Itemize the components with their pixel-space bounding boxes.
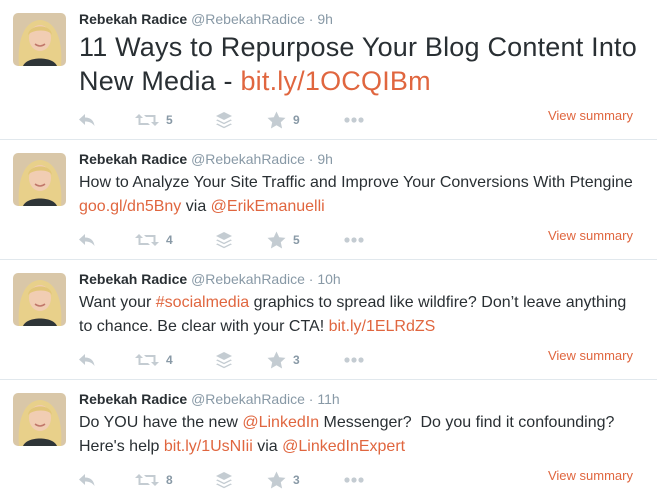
- buffer-button[interactable]: [215, 470, 233, 490]
- separator-dot: ·: [308, 151, 314, 167]
- tweet-text: How to Analyze Your Site Traffic and Imp…: [79, 171, 643, 219]
- separator-dot: ·: [308, 271, 314, 287]
- favorite-icon: [267, 471, 286, 489]
- view-summary-link[interactable]: View summary: [548, 468, 633, 483]
- tweet-text: 11 Ways to Repurpose Your Blog Content I…: [79, 30, 643, 98]
- tweet[interactable]: Rebekah Radice @RebekahRadice · 11h Do Y…: [0, 380, 657, 501]
- mention-link[interactable]: @LinkedIn: [242, 414, 319, 431]
- avatar[interactable]: [13, 393, 66, 446]
- retweet-button[interactable]: 4: [135, 350, 173, 370]
- author-name[interactable]: Rebekah Radice: [79, 11, 187, 27]
- tweet-text-segment: via: [252, 438, 283, 455]
- more-button[interactable]: [344, 350, 364, 370]
- buffer-button[interactable]: [215, 350, 233, 370]
- buffer-icon: [216, 351, 232, 368]
- retweet-button[interactable]: 8: [135, 470, 173, 490]
- author-handle[interactable]: @RebekahRadice: [191, 151, 305, 167]
- tweet-text-segment: Do YOU have the new: [79, 414, 243, 431]
- reply-icon: [79, 114, 95, 126]
- buffer-icon: [216, 231, 232, 248]
- tweet-link[interactable]: bit.ly/1OCQIBm: [240, 66, 430, 96]
- retweet-button[interactable]: 4: [135, 230, 173, 250]
- tweet-text: Want your #socialmedia graphics to sprea…: [79, 291, 643, 339]
- avatar[interactable]: [13, 13, 66, 66]
- retweet-icon: [135, 234, 159, 246]
- timestamp[interactable]: 9h: [317, 151, 333, 167]
- separator-dot: ·: [308, 11, 314, 27]
- more-button[interactable]: [344, 230, 364, 250]
- reply-icon: [79, 234, 95, 246]
- more-button[interactable]: [344, 470, 364, 490]
- author-handle[interactable]: @RebekahRadice: [191, 391, 305, 407]
- buffer-button[interactable]: [215, 230, 233, 250]
- tweet-header: Rebekah Radice @RebekahRadice · 11h: [79, 391, 340, 407]
- hashtag-link[interactable]: #socialmedia: [156, 294, 249, 311]
- tweet-text: Do YOU have the new @LinkedIn Messenger?…: [79, 411, 643, 459]
- favorite-button[interactable]: 5: [267, 230, 300, 250]
- retweet-icon: [135, 474, 159, 486]
- more-icon: [344, 237, 364, 243]
- avatar[interactable]: [13, 273, 66, 326]
- retweet-button[interactable]: 5: [135, 110, 173, 130]
- separator-dot: ·: [308, 391, 314, 407]
- reply-button[interactable]: [78, 110, 96, 130]
- tweet-text-segment: via: [181, 198, 211, 215]
- author-name[interactable]: Rebekah Radice: [79, 271, 187, 287]
- timestamp[interactable]: 11h: [317, 391, 339, 407]
- reply-icon: [79, 474, 95, 486]
- timestamp[interactable]: 9h: [317, 11, 333, 27]
- favorite-count: 5: [293, 233, 300, 247]
- tweet-link[interactable]: bit.ly/1ELRdZS: [329, 318, 436, 335]
- more-icon: [344, 477, 364, 483]
- favorite-button[interactable]: 3: [267, 470, 300, 490]
- reply-button[interactable]: [78, 350, 96, 370]
- reply-icon: [79, 354, 95, 366]
- author-handle[interactable]: @RebekahRadice: [191, 271, 305, 287]
- favorite-count: 9: [293, 113, 300, 127]
- more-button[interactable]: [344, 110, 364, 130]
- tweet-header: Rebekah Radice @RebekahRadice · 9h: [79, 151, 333, 167]
- buffer-icon: [216, 471, 232, 488]
- tweet-link[interactable]: bit.ly/1UsNIii: [164, 438, 253, 455]
- favorite-icon: [267, 111, 286, 129]
- author-name[interactable]: Rebekah Radice: [79, 391, 187, 407]
- favorite-count: 3: [293, 473, 300, 487]
- reply-button[interactable]: [78, 470, 96, 490]
- reply-button[interactable]: [78, 230, 96, 250]
- favorite-button[interactable]: 3: [267, 350, 300, 370]
- tweet[interactable]: Rebekah Radice @RebekahRadice · 10h Want…: [0, 260, 657, 380]
- more-icon: [344, 357, 364, 363]
- retweet-count: 4: [166, 353, 173, 367]
- more-icon: [344, 117, 364, 123]
- tweet[interactable]: Rebekah Radice @RebekahRadice · 9h How t…: [0, 140, 657, 260]
- favorite-count: 3: [293, 353, 300, 367]
- mention-link[interactable]: @ErikEmanuelli: [211, 198, 325, 215]
- tweet-link[interactable]: goo.gl/dn5Bny: [79, 198, 181, 215]
- timestamp[interactable]: 10h: [317, 271, 340, 287]
- retweet-count: 4: [166, 233, 173, 247]
- tweet-header: Rebekah Radice @RebekahRadice · 10h: [79, 271, 341, 287]
- mention-link[interactable]: @LinkedInExpert: [282, 438, 405, 455]
- author-name[interactable]: Rebekah Radice: [79, 151, 187, 167]
- buffer-button[interactable]: [215, 110, 233, 130]
- favorite-button[interactable]: 9: [267, 110, 300, 130]
- favorite-icon: [267, 231, 286, 249]
- tweet-text-segment: How to Analyze Your Site Traffic and Imp…: [79, 174, 633, 191]
- avatar[interactable]: [13, 153, 66, 206]
- retweet-count: 5: [166, 113, 173, 127]
- retweet-icon: [135, 114, 159, 126]
- favorite-icon: [267, 351, 286, 369]
- author-handle[interactable]: @RebekahRadice: [191, 11, 305, 27]
- retweet-count: 8: [166, 473, 173, 487]
- buffer-icon: [216, 111, 232, 128]
- view-summary-link[interactable]: View summary: [548, 348, 633, 363]
- tweet-text-segment: Want your: [79, 294, 156, 311]
- view-summary-link[interactable]: View summary: [548, 108, 633, 123]
- retweet-icon: [135, 354, 159, 366]
- tweet-header: Rebekah Radice @RebekahRadice · 9h: [79, 11, 333, 27]
- view-summary-link[interactable]: View summary: [548, 228, 633, 243]
- tweet[interactable]: Rebekah Radice @RebekahRadice · 9h 11 Wa…: [0, 0, 657, 140]
